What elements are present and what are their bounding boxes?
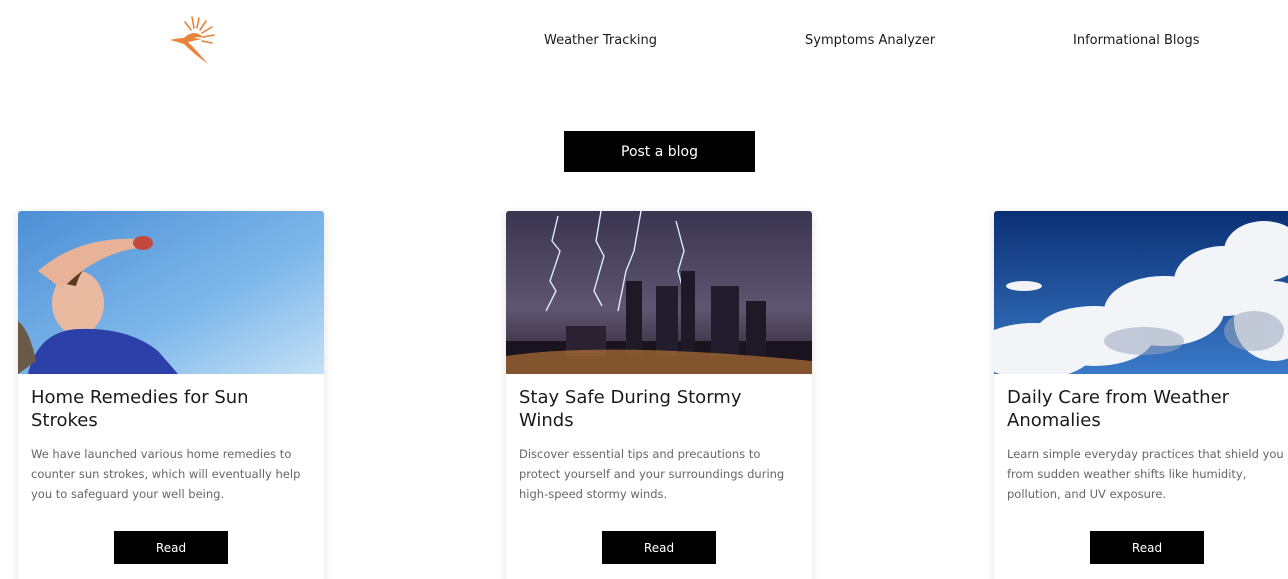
clouds-photo — [994, 211, 1288, 374]
read-button[interactable]: Read — [602, 531, 716, 564]
sunstroke-photo — [18, 211, 324, 374]
post-blog-button[interactable]: Post a blog — [564, 131, 755, 172]
card-description: We have launched various home remedies t… — [31, 447, 301, 501]
storm-city-photo — [506, 211, 812, 374]
card-title: Stay Safe During Stormy Winds — [519, 387, 742, 431]
blog-card: Daily Care from Weather Anomalies Learn … — [994, 211, 1288, 579]
card-description: Discover essential tips and precautions … — [519, 447, 785, 501]
card-description: Learn simple everyday practices that shi… — [1007, 447, 1284, 501]
blog-card: Home Remedies for Sun Strokes We have la… — [18, 211, 324, 579]
nav-weather-tracking[interactable]: Weather Tracking — [544, 33, 657, 48]
read-button[interactable]: Read — [1090, 531, 1204, 564]
blog-card: Stay Safe During Stormy Winds Discover e… — [506, 211, 812, 579]
sun-logo-icon[interactable] — [168, 14, 220, 66]
page: Weather Tracking Symptoms Analyzer Infor… — [0, 0, 1288, 579]
nav-symptoms-analyzer[interactable]: Symptoms Analyzer — [805, 33, 935, 48]
card-title: Home Remedies for Sun Strokes — [31, 387, 249, 431]
nav-informational-blogs[interactable]: Informational Blogs — [1073, 33, 1199, 48]
card-title: Daily Care from Weather Anomalies — [1007, 387, 1230, 431]
read-button[interactable]: Read — [114, 531, 228, 564]
